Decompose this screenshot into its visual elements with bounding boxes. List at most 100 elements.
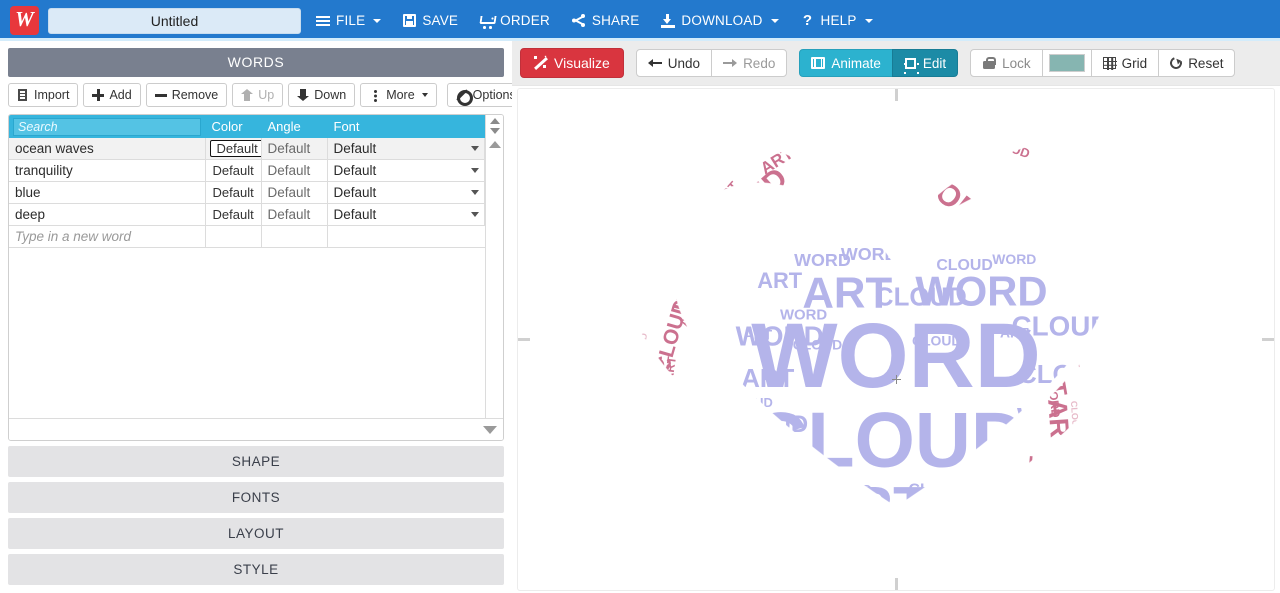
cell-font[interactable]: Default bbox=[327, 181, 485, 204]
move-up-button[interactable]: Up bbox=[232, 83, 284, 107]
header-cell-angle[interactable]: Angle bbox=[261, 115, 328, 138]
menu-help[interactable]: ? HELP bbox=[790, 7, 884, 34]
menu-order[interactable]: ORDER bbox=[469, 7, 561, 34]
animate-button[interactable]: Animate bbox=[799, 49, 893, 77]
scroll-up-icon[interactable] bbox=[489, 118, 500, 124]
table-row[interactable]: ocean waves Default Default Default bbox=[9, 138, 485, 160]
background-color-swatch-button[interactable] bbox=[1041, 49, 1092, 77]
svg-text:WORD: WORD bbox=[780, 308, 827, 324]
more-button[interactable]: More bbox=[360, 83, 437, 107]
accordion-fonts[interactable]: FONTS bbox=[8, 482, 504, 513]
floppy-disk-icon bbox=[403, 14, 417, 27]
new-word-font-cell bbox=[327, 225, 485, 248]
move-down-button[interactable]: Down bbox=[288, 83, 356, 107]
words-table-header-row: Color Angle Font bbox=[9, 115, 485, 138]
resize-handle-bottom[interactable] bbox=[894, 578, 898, 590]
canvas-area[interactable]: CLOUD WORD CLOUD WORD CLOUD ART ART WORD… bbox=[512, 85, 1280, 593]
header-cell-font[interactable]: Font bbox=[327, 115, 485, 138]
chevron-down-icon[interactable] bbox=[471, 190, 479, 195]
grid-button-label: Grid bbox=[1121, 55, 1148, 71]
chevron-down-icon[interactable] bbox=[471, 212, 479, 217]
words-table-container: Color Angle Font ocean waves Default bbox=[8, 114, 504, 441]
table-row[interactable]: deep Default Default Default bbox=[9, 203, 485, 226]
table-row[interactable]: tranquility Default Default Default bbox=[9, 159, 485, 182]
undo-button-label: Undo bbox=[667, 55, 701, 71]
new-word-input[interactable]: Type in a new word bbox=[9, 225, 206, 248]
menu-file[interactable]: FILE bbox=[305, 7, 392, 34]
accordion-layout[interactable]: LAYOUT bbox=[8, 518, 504, 549]
reset-button-label: Reset bbox=[1188, 55, 1224, 71]
font-value: Default bbox=[333, 163, 377, 178]
scroll-page-up-icon[interactable] bbox=[488, 141, 501, 148]
color-value[interactable]: Default bbox=[209, 140, 260, 157]
app-logo[interactable]: W bbox=[10, 6, 39, 35]
grid-button[interactable]: Grid bbox=[1090, 49, 1160, 77]
scroll-page-down-icon[interactable] bbox=[483, 425, 497, 434]
svg-text:CLOUD: CLOUD bbox=[791, 574, 844, 590]
cell-angle[interactable]: Default bbox=[261, 181, 328, 204]
color-swatch[interactable] bbox=[1048, 54, 1085, 72]
resize-handle-right[interactable] bbox=[1262, 338, 1274, 341]
download-icon bbox=[661, 13, 676, 28]
color-value[interactable]: Default bbox=[210, 207, 257, 222]
redo-arrow-icon bbox=[723, 56, 738, 70]
menu-save[interactable]: SAVE bbox=[392, 7, 469, 34]
cell-word[interactable]: deep bbox=[9, 203, 206, 226]
import-button[interactable]: Import bbox=[8, 83, 79, 107]
lock-button[interactable]: Lock bbox=[970, 49, 1043, 77]
svg-text:ART: ART bbox=[1000, 325, 1029, 341]
top-toolbar: W FILE SAVE ORDER SHARE DOWNLOAD ? HELP bbox=[0, 0, 1280, 41]
cell-color[interactable]: Default bbox=[205, 159, 262, 182]
resize-handle-left[interactable] bbox=[518, 338, 530, 341]
cell-font[interactable]: Default bbox=[327, 159, 485, 182]
cell-color[interactable]: Default bbox=[205, 181, 262, 204]
visualize-button[interactable]: Visualize bbox=[520, 48, 624, 78]
cell-angle[interactable]: Default bbox=[261, 203, 328, 226]
accordion-shape[interactable]: SHAPE bbox=[8, 446, 504, 477]
cell-color[interactable]: Default bbox=[205, 203, 262, 226]
accordion-style[interactable]: STYLE bbox=[8, 554, 504, 585]
document-title-input[interactable] bbox=[48, 7, 301, 34]
scroll-down-icon[interactable] bbox=[489, 128, 500, 134]
cell-angle[interactable]: Default bbox=[261, 138, 328, 160]
canvas-frame[interactable]: CLOUD WORD CLOUD WORD CLOUD ART ART WORD… bbox=[517, 88, 1275, 591]
color-value[interactable]: Default bbox=[210, 185, 257, 200]
lock-button-label: Lock bbox=[1002, 55, 1031, 71]
svg-text:CLOUD: CLOUD bbox=[912, 332, 961, 348]
svg-text:CLOUD: CLOUD bbox=[936, 257, 993, 274]
chevron-down-icon[interactable] bbox=[471, 168, 479, 173]
svg-text:CLOUD: CLOUD bbox=[797, 531, 875, 556]
words-table-inner: Color Angle Font ocean waves Default bbox=[9, 115, 503, 418]
add-button[interactable]: Add bbox=[83, 83, 141, 107]
chevron-down-icon[interactable] bbox=[471, 146, 479, 151]
cell-word[interactable]: blue bbox=[9, 181, 206, 204]
remove-button[interactable]: Remove bbox=[145, 83, 228, 107]
cell-angle[interactable]: Default bbox=[261, 159, 328, 182]
svg-text:CLOUD: CLOUD bbox=[847, 128, 895, 152]
undo-redo-group: Undo Redo bbox=[635, 49, 788, 77]
menu-save-label: SAVE bbox=[422, 13, 459, 28]
new-word-row[interactable]: Type in a new word bbox=[9, 225, 485, 248]
cell-word[interactable]: tranquility bbox=[9, 159, 206, 182]
table-row[interactable]: blue Default Default Default bbox=[9, 181, 485, 204]
vertical-dots-icon bbox=[369, 89, 381, 101]
menu-download[interactable]: DOWNLOAD bbox=[650, 7, 789, 34]
menu-share[interactable]: SHARE bbox=[561, 7, 651, 34]
reset-button[interactable]: Reset bbox=[1158, 49, 1236, 77]
header-cell-color[interactable]: Color bbox=[205, 115, 262, 138]
cell-font[interactable]: Default bbox=[327, 138, 485, 160]
cell-word[interactable]: ocean waves bbox=[9, 138, 206, 160]
resize-handle-top[interactable] bbox=[894, 89, 898, 101]
cell-font[interactable]: Default bbox=[327, 203, 485, 226]
color-value[interactable]: Default bbox=[210, 163, 257, 178]
import-icon bbox=[17, 89, 29, 101]
redo-button[interactable]: Redo bbox=[711, 49, 788, 77]
svg-text:CLOUD: CLOUD bbox=[794, 128, 849, 163]
edit-button[interactable]: Edit bbox=[891, 49, 959, 77]
table-scroll-strip[interactable] bbox=[485, 115, 503, 418]
cell-color[interactable]: Default bbox=[205, 138, 262, 160]
word-cloud-image[interactable]: CLOUD WORD CLOUD WORD CLOUD ART ART WORD… bbox=[518, 89, 1274, 590]
undo-button[interactable]: Undo bbox=[635, 49, 713, 77]
search-input[interactable] bbox=[13, 117, 201, 136]
svg-text:WORD: WORD bbox=[871, 545, 947, 572]
